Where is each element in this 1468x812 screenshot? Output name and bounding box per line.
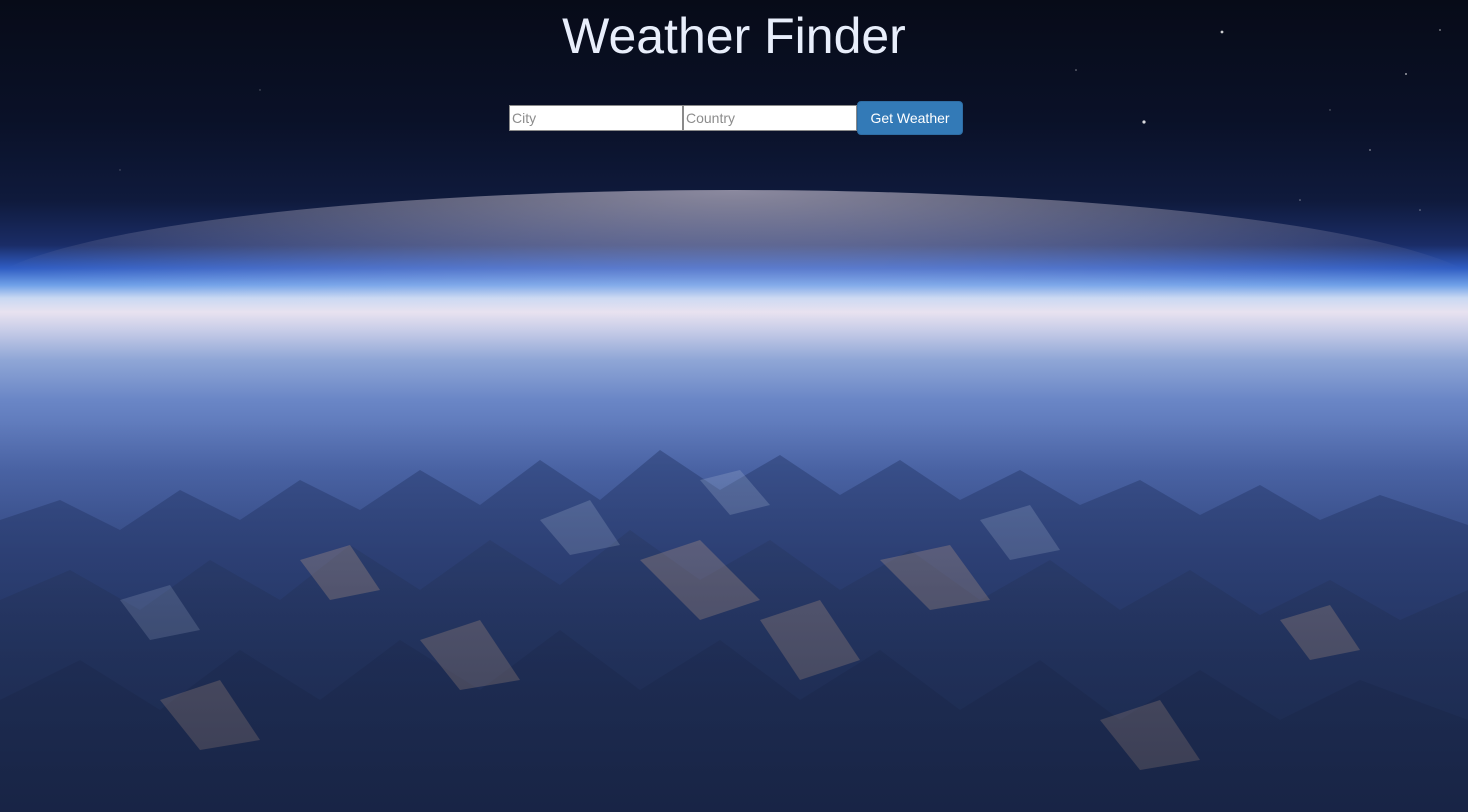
- city-input[interactable]: [509, 105, 683, 131]
- weather-search-form: Get Weather: [509, 101, 963, 135]
- page-header: Weather Finder: [0, 0, 1468, 64]
- country-input[interactable]: [683, 105, 857, 131]
- page-title: Weather Finder: [562, 8, 906, 64]
- get-weather-button[interactable]: Get Weather: [857, 101, 963, 135]
